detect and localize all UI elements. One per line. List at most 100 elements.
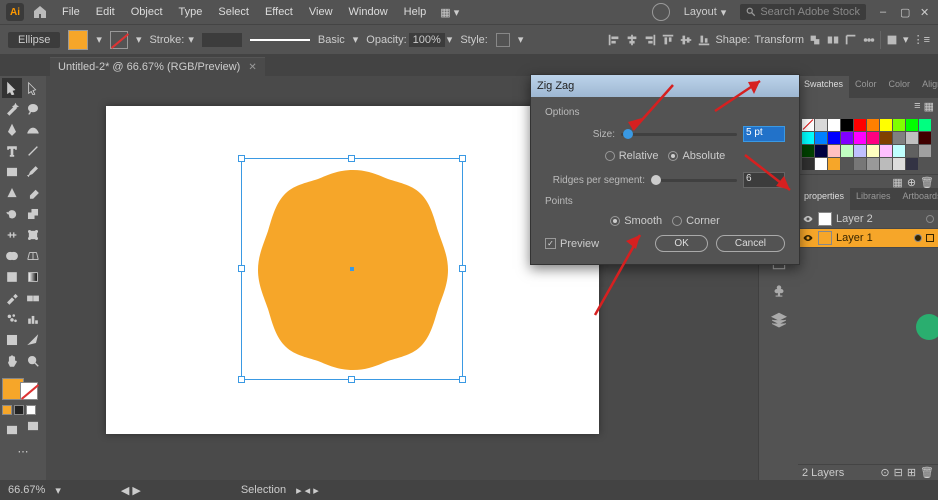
direct-selection-tool[interactable] [23, 78, 43, 98]
swatch-list-icon[interactable]: ≡ [914, 100, 920, 113]
green-badge[interactable] [916, 314, 938, 340]
swatch-grid-icon[interactable]: ▦ [924, 100, 934, 113]
swatch[interactable] [854, 145, 866, 157]
swatch[interactable] [815, 158, 827, 170]
symbol-sprayer-tool[interactable] [2, 309, 22, 329]
line-tool[interactable] [23, 141, 43, 161]
style-swatch[interactable] [496, 33, 510, 47]
menu-select[interactable]: Select [212, 3, 255, 21]
lasso-tool[interactable] [23, 99, 43, 119]
swatch-registration[interactable] [815, 119, 827, 131]
swatch-none[interactable] [802, 119, 814, 131]
size-input[interactable]: 5 pt [743, 126, 785, 142]
swatch[interactable] [867, 132, 879, 144]
layer-target[interactable] [926, 215, 934, 223]
layer-target[interactable] [914, 234, 922, 242]
align-tab[interactable]: Align [916, 76, 938, 98]
document-tab[interactable]: Untitled-2* @ 66.67% (RGB/Preview) ✕ [50, 57, 265, 76]
swatch[interactable] [906, 132, 918, 144]
new-layer-icon[interactable]: ⊞ [907, 466, 916, 479]
swatch[interactable] [802, 158, 814, 170]
swatch[interactable] [828, 132, 840, 144]
menu-view[interactable]: View [303, 3, 339, 21]
locate-layer-icon[interactable]: ⊙ [880, 466, 889, 479]
column-graph-tool[interactable] [23, 309, 43, 329]
swatch[interactable] [867, 145, 879, 157]
menu-object[interactable]: Object [125, 3, 169, 21]
paintbrush-tool[interactable] [23, 162, 43, 182]
layer-row[interactable]: Layer 2 [798, 210, 938, 229]
shape-builder-tool[interactable] [2, 246, 22, 266]
swatch[interactable] [906, 145, 918, 157]
align-left-icon[interactable] [607, 33, 621, 47]
properties-panel-tab[interactable]: properties [798, 188, 850, 210]
shape-selector[interactable]: Ellipse [8, 32, 60, 48]
arrange-icon[interactable] [808, 33, 822, 47]
handle-tr[interactable] [459, 155, 466, 162]
align-bottom-icon[interactable] [697, 33, 711, 47]
swatch[interactable] [919, 145, 931, 157]
shaper-tool[interactable] [2, 183, 22, 203]
scale-tool[interactable] [23, 204, 43, 224]
swatches-tab[interactable]: Swatches [798, 76, 849, 98]
eye-icon[interactable] [802, 213, 814, 225]
layer-row[interactable]: Layer 1 [798, 229, 938, 248]
artboard-tool[interactable] [2, 330, 22, 350]
search-input[interactable]: Search Adobe Stock [740, 4, 866, 20]
align-middle-icon[interactable] [679, 33, 693, 47]
align-right-icon[interactable] [643, 33, 657, 47]
swatch[interactable] [841, 119, 853, 131]
maximize-button[interactable]: ▢ [900, 6, 912, 18]
artboards-panel-tab[interactable]: Artboards [897, 188, 938, 210]
avatar[interactable] [652, 3, 670, 21]
slice-tool[interactable] [23, 330, 43, 350]
swatch[interactable] [893, 145, 905, 157]
stroke-weight[interactable]: Stroke:▾ [149, 33, 193, 46]
menu-help[interactable]: Help [398, 3, 433, 21]
delete-swatch-icon[interactable]: 🗑 [920, 176, 934, 187]
shape-properties-label[interactable]: Shape: [715, 34, 750, 46]
menu-file[interactable]: File [56, 3, 86, 21]
swatch[interactable] [880, 119, 892, 131]
zoom-tool[interactable] [23, 351, 43, 371]
swatches-grid[interactable] [798, 115, 938, 174]
absolute-radio[interactable]: Absolute [668, 150, 725, 162]
swatch[interactable] [867, 119, 879, 131]
swatch[interactable] [815, 132, 827, 144]
handle-tl[interactable] [238, 155, 245, 162]
blend-tool[interactable] [23, 288, 43, 308]
relative-radio[interactable]: Relative [605, 150, 659, 162]
libraries-panel-tab[interactable]: Libraries [850, 188, 897, 210]
eraser-tool[interactable] [23, 183, 43, 203]
swatch[interactable] [828, 119, 840, 131]
layers-icon[interactable] [770, 310, 788, 328]
edit-toolbar[interactable]: ⋯ [2, 441, 44, 461]
delete-layer-icon[interactable]: 🗑 [920, 466, 934, 479]
swatch[interactable] [841, 145, 853, 157]
hand-tool[interactable] [2, 351, 22, 371]
transform-label[interactable]: Transform [754, 34, 804, 46]
ok-button[interactable]: OK [655, 235, 707, 252]
swatch[interactable] [906, 158, 918, 170]
color-tab2[interactable]: Color [883, 76, 917, 98]
rectangle-tool[interactable] [2, 162, 22, 182]
close-icon[interactable]: ✕ [248, 62, 256, 73]
width-tool[interactable] [2, 225, 22, 245]
minimize-button[interactable]: – [880, 6, 892, 18]
isolate-icon[interactable] [826, 33, 840, 47]
swatch[interactable] [919, 119, 931, 131]
gradient-tool[interactable] [23, 267, 43, 287]
layer-name[interactable]: Layer 1 [836, 232, 873, 244]
menu-edit[interactable]: Edit [90, 3, 121, 21]
handle-bc[interactable] [348, 376, 355, 383]
color-mode-row[interactable] [2, 405, 44, 415]
type-tool[interactable] [2, 141, 22, 161]
fill-swatch[interactable] [68, 30, 88, 50]
layer-name[interactable]: Layer 2 [836, 213, 873, 225]
swatch[interactable] [841, 158, 853, 170]
swatch-libraries-icon[interactable]: ▦ [892, 176, 902, 187]
corner-radio[interactable]: Corner [672, 215, 720, 227]
swatch[interactable] [828, 158, 840, 170]
distribute-icon[interactable] [862, 33, 876, 47]
handle-ml[interactable] [238, 265, 245, 272]
